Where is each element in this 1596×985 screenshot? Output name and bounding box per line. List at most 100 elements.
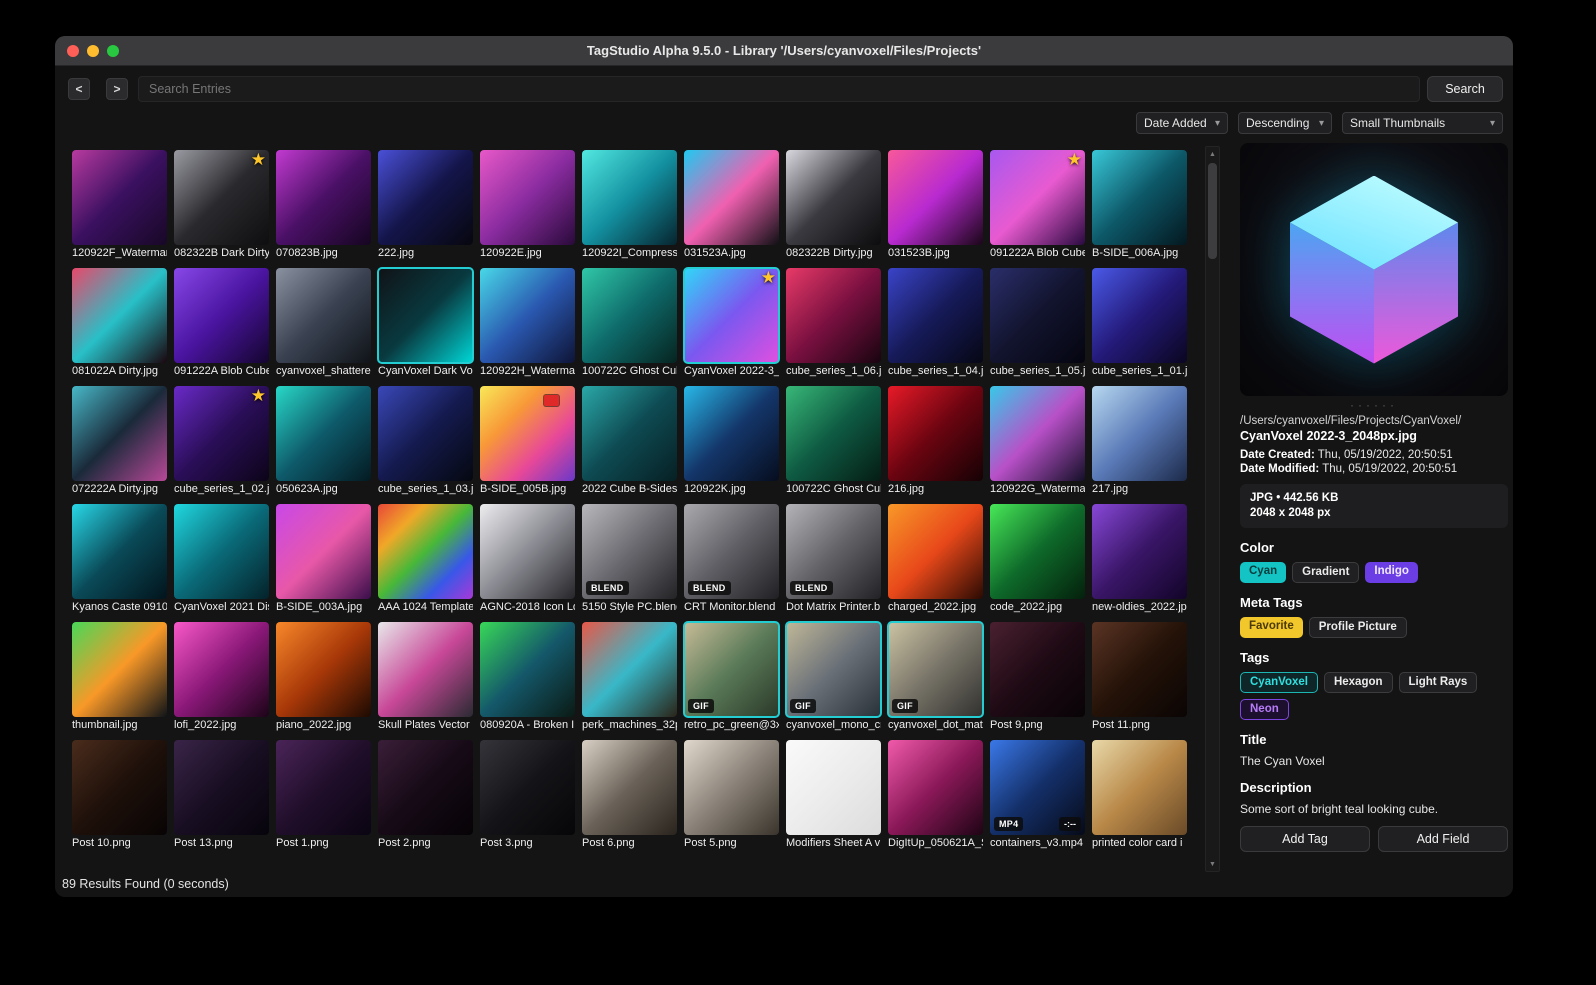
thumbnail-image[interactable] (786, 150, 881, 245)
thumbnail-image[interactable]: ★ (990, 150, 1085, 245)
thumbnail-image[interactable] (582, 150, 677, 245)
forward-button[interactable]: > (106, 78, 128, 100)
maximize-window-icon[interactable] (107, 45, 119, 57)
thumbnail-image[interactable] (786, 386, 881, 481)
thumbnail-image[interactable] (480, 622, 575, 717)
grid-item[interactable]: GIF retro_pc_green@3x (683, 621, 780, 733)
grid-item[interactable]: Post 1.png (276, 740, 371, 851)
thumbnail-image[interactable] (72, 740, 167, 835)
grid-item[interactable]: 081022A Dirty.jpg (72, 268, 167, 379)
thumbnail-image[interactable] (1092, 504, 1187, 599)
thumbnail-image[interactable] (72, 150, 167, 245)
thumbnail-image[interactable] (684, 150, 779, 245)
thumbnail-image[interactable] (582, 268, 677, 363)
thumbnail-image[interactable] (480, 740, 575, 835)
thumbnail-image[interactable] (786, 268, 881, 363)
grid-item[interactable]: lofi_2022.jpg (174, 622, 269, 733)
grid-item[interactable]: Post 2.png (378, 740, 473, 851)
thumbnail-image[interactable] (174, 622, 269, 717)
thumbnail-image[interactable] (480, 150, 575, 245)
grid-item[interactable]: B-SIDE_005B.jpg (480, 386, 575, 497)
thumbnail-image[interactable] (1092, 268, 1187, 363)
tag-pill[interactable]: Hexagon (1323, 672, 1393, 693)
grid-item[interactable]: 080920A - Broken I (480, 622, 575, 733)
grid-item[interactable]: code_2022.jpg (990, 504, 1085, 615)
thumbnail-image[interactable] (582, 622, 677, 717)
grid-item[interactable]: AGNC-2018 Icon Lo (480, 504, 575, 615)
grid-item[interactable]: Post 9.png (990, 622, 1085, 733)
grid-item[interactable]: thumbnail.jpg (72, 622, 167, 733)
thumbnail-image[interactable]: GIF (887, 621, 984, 718)
thumbnail-image[interactable] (582, 740, 677, 835)
grid-item[interactable]: GIF cyanvoxel_mono_cr (785, 621, 882, 733)
grid-item[interactable]: cyanvoxel_shattere (276, 268, 371, 379)
grid-item[interactable]: ★ 091222A Blob Cube (990, 150, 1085, 261)
grid-item[interactable]: BLEND Dot Matrix Printer.b (786, 504, 881, 615)
grid-item[interactable]: CyanVoxel 2021 Dis (174, 504, 269, 615)
grid-item[interactable]: cube_series_1_05.j (990, 268, 1085, 379)
grid-item[interactable]: 120922G_Waterma (990, 386, 1085, 497)
grid-item[interactable]: 120922F_Watermark (72, 150, 167, 261)
tag-pill[interactable]: Profile Picture (1308, 617, 1407, 638)
grid-item[interactable]: B-SIDE_003A.jpg (276, 504, 371, 615)
grid-item[interactable]: Post 5.png (684, 740, 779, 851)
tag-pill[interactable]: Light Rays (1398, 672, 1478, 693)
thumbnail-image[interactable]: BLEND (786, 504, 881, 599)
sort-order-dropdown[interactable]: Descending ▾ (1238, 112, 1332, 134)
grid-item[interactable]: B-SIDE_006A.jpg (1092, 150, 1187, 261)
thumbnail-image[interactable] (1092, 622, 1187, 717)
grid-item[interactable]: 120922H_Waterma (480, 268, 575, 379)
grid-item[interactable]: new-oldies_2022.jp (1092, 504, 1187, 615)
add-field-button[interactable]: Add Field (1378, 826, 1508, 852)
grid-item[interactable]: 031523A.jpg (684, 150, 779, 261)
grid-item[interactable]: Post 11.png (1092, 622, 1187, 733)
grid-item[interactable]: GIF cyanvoxel_dot_mat (887, 621, 984, 733)
grid-item[interactable]: BLEND 5150 Style PC.blend (582, 504, 677, 615)
grid-item[interactable]: cube_series_1_03.j (378, 386, 473, 497)
grid-item[interactable]: 217.jpg (1092, 386, 1187, 497)
grid-item[interactable]: 2022 Cube B-Sides (582, 386, 677, 497)
thumbnail-image[interactable] (72, 386, 167, 481)
grid-item[interactable]: BLEND CRT Monitor.blend (684, 504, 779, 615)
thumbnail-image[interactable] (888, 386, 983, 481)
thumbnail-image[interactable] (276, 386, 371, 481)
grid-item[interactable]: charged_2022.jpg (888, 504, 983, 615)
grid-item[interactable]: 120922E.jpg (480, 150, 575, 261)
sort-field-dropdown[interactable]: Date Added ▾ (1136, 112, 1228, 134)
grid-item[interactable]: Skull Plates Vector (378, 622, 473, 733)
thumbnail-image[interactable] (990, 386, 1085, 481)
thumbnail-image[interactable] (378, 386, 473, 481)
thumbnail-image[interactable] (378, 504, 473, 599)
grid-item[interactable]: Post 10.png (72, 740, 167, 851)
thumbnail-image[interactable] (888, 504, 983, 599)
grid-item[interactable]: cube_series_1_01.j (1092, 268, 1187, 379)
thumbnail-image[interactable] (990, 622, 1085, 717)
thumbnail-image[interactable] (990, 504, 1085, 599)
thumbnail-image[interactable] (684, 740, 779, 835)
title-bar[interactable]: TagStudio Alpha 9.5.0 - Library '/Users/… (55, 36, 1513, 66)
search-input[interactable] (138, 76, 1420, 102)
thumbnail-image[interactable] (786, 740, 881, 835)
grid-item[interactable]: 222.jpg (378, 150, 473, 261)
grid-item[interactable]: 091222A Blob Cube (174, 268, 269, 379)
minimize-window-icon[interactable] (87, 45, 99, 57)
thumbnail-image[interactable] (276, 150, 371, 245)
grid-item[interactable]: AAA 1024 Template (378, 504, 473, 615)
grid-item[interactable]: 100722C Ghost Cub (582, 268, 677, 379)
grid-item[interactable]: ★ cube_series_1_02.j (174, 386, 269, 497)
thumbnail-image[interactable] (174, 740, 269, 835)
thumbnail-image[interactable] (72, 504, 167, 599)
thumbnail-image[interactable] (1092, 740, 1187, 835)
scroll-down-icon[interactable]: ▼ (1206, 857, 1219, 871)
thumbnail-image[interactable]: BLEND (684, 504, 779, 599)
thumbnail-image[interactable] (582, 386, 677, 481)
grid-item[interactable]: CyanVoxel Dark Vox (377, 267, 474, 379)
grid-item[interactable]: Kyanos Caste 0910 (72, 504, 167, 615)
grid-item[interactable]: cube_series_1_04.j (888, 268, 983, 379)
thumbnail-image[interactable] (684, 386, 779, 481)
thumbnail-image[interactable] (480, 268, 575, 363)
thumbnail-image[interactable]: ★ (174, 150, 269, 245)
grid-item[interactable]: ★ 082322B Dark Dirty (174, 150, 269, 261)
grid-item[interactable]: printed color card i (1092, 740, 1187, 851)
grid-scrollbar[interactable]: ▲ ▼ (1205, 146, 1220, 872)
